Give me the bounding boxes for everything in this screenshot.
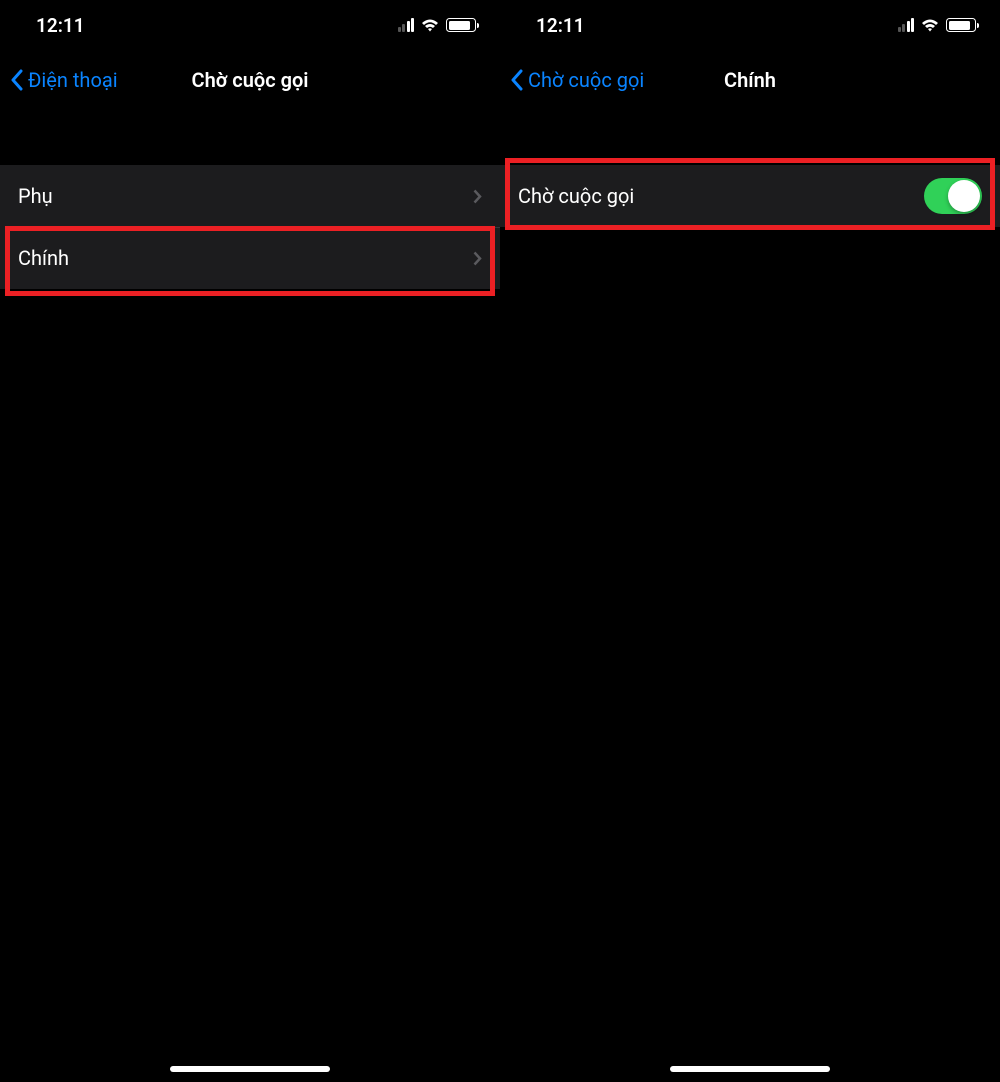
- sim-option-chinh[interactable]: Chính: [0, 227, 500, 289]
- chevron-right-icon: [473, 251, 482, 266]
- call-waiting-toggle-row[interactable]: Chờ cuộc gọi: [500, 165, 1000, 227]
- settings-call-waiting-sim-select-screen: 12:11 Điện thoại Chờ cuộc gọi: [0, 0, 500, 1082]
- list-item-label: Chính: [18, 246, 69, 270]
- status-bar: 12:11: [500, 0, 1000, 50]
- cellular-signal-icon: [898, 18, 915, 32]
- status-time: 12:11: [536, 14, 585, 37]
- call-waiting-toggle[interactable]: [924, 178, 982, 214]
- wifi-icon: [420, 18, 440, 33]
- status-icons: [898, 18, 977, 33]
- wifi-icon: [920, 18, 940, 33]
- status-icons: [398, 18, 477, 33]
- battery-icon: [446, 18, 476, 32]
- page-title: Chính: [724, 68, 776, 92]
- battery-icon: [946, 18, 976, 32]
- back-label: Điện thoại: [28, 68, 118, 92]
- navigation-bar: Chờ cuộc gọi Chính: [500, 50, 1000, 110]
- chevron-right-icon: [473, 189, 482, 204]
- settings-list: Phụ Chính: [0, 165, 500, 289]
- home-indicator[interactable]: [170, 1066, 330, 1072]
- settings-list: Chờ cuộc gọi: [500, 165, 1000, 227]
- back-button[interactable]: Điện thoại: [10, 68, 118, 92]
- back-label: Chờ cuộc gọi: [528, 68, 644, 92]
- settings-call-waiting-toggle-screen: 12:11 Chờ cuộc gọi Chính: [500, 0, 1000, 1082]
- cellular-signal-icon: [398, 18, 415, 32]
- sim-option-phu[interactable]: Phụ: [0, 165, 500, 227]
- home-indicator[interactable]: [670, 1066, 830, 1072]
- status-time: 12:11: [36, 14, 85, 37]
- toggle-label: Chờ cuộc gọi: [518, 184, 634, 208]
- back-button[interactable]: Chờ cuộc gọi: [510, 68, 644, 92]
- status-bar: 12:11: [0, 0, 500, 50]
- navigation-bar: Điện thoại Chờ cuộc gọi: [0, 50, 500, 110]
- chevron-left-icon: [10, 69, 24, 91]
- page-title: Chờ cuộc gọi: [192, 68, 309, 92]
- chevron-left-icon: [510, 69, 524, 91]
- list-item-label: Phụ: [18, 184, 53, 208]
